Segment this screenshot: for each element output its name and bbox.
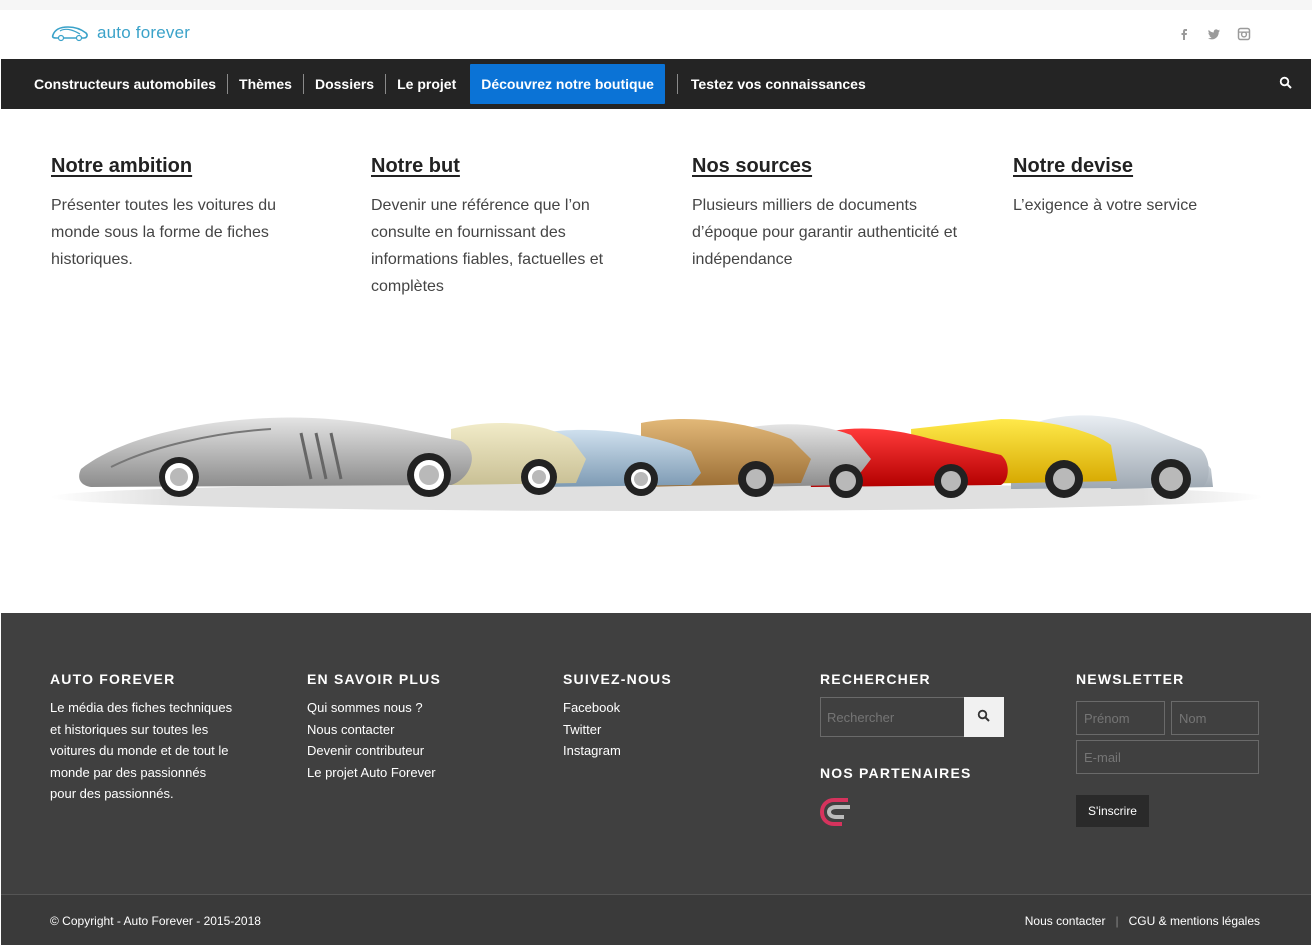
feature-title: Notre ambition [51,155,193,177]
bottom-link-separator: | [1115,914,1119,928]
footer-link-facebook[interactable]: Facebook [563,697,763,719]
newsletter-submit-button[interactable]: S'inscrire [1076,795,1149,827]
newsletter-form: S'inscrire [1076,697,1261,837]
bottom-link-contact[interactable]: Nous contacter [1025,914,1106,928]
footer-about-text: Le média des fiches techniques et histor… [50,700,233,801]
footer-newsletter: NEWSLETTER S'inscrire [1076,671,1261,827]
bottom-bar: © Copyright - Auto Forever - 2015-2018 N… [1,894,1311,945]
footer-about: AUTO FOREVER Le média des fiches techniq… [50,671,235,805]
facebook-icon[interactable] [1177,27,1191,41]
nav-items: Constructeurs automobiles Thèmes Dossier… [23,64,877,104]
search-icon [977,709,990,722]
footer-follow: SUIVEZ-NOUS Facebook Twitter Instagram [563,671,763,762]
footer-about-title: AUTO FOREVER [50,671,176,687]
nav-item-quiz[interactable]: Testez vos connaissances [680,64,877,104]
site-header: auto forever [1,10,1311,59]
main-navigation: Constructeurs automobiles Thèmes Dossier… [1,59,1311,109]
top-strip [0,0,1312,10]
footer-more: EN SAVOIR PLUS Qui sommes nous ? Nous co… [307,671,507,783]
feature-ambition: Notre ambition Présenter toutes les voit… [51,155,321,273]
feature-title: Notre devise [1013,155,1134,177]
footer-search-title: RECHERCHER [820,671,931,687]
footer-search-input[interactable] [820,697,965,737]
site-logo[interactable]: auto forever [51,23,190,43]
nav-item-constructeurs[interactable]: Constructeurs automobiles [23,64,227,104]
feature-devise: Notre devise L’exigence à votre service [1013,155,1283,219]
footer-link-le-projet[interactable]: Le projet Auto Forever [307,762,507,784]
nav-item-dossiers[interactable]: Dossiers [304,64,385,104]
car-logo-icon [51,26,88,42]
twitter-icon[interactable] [1207,27,1221,41]
logo-text: auto forever [97,23,191,42]
nav-item-le-projet[interactable]: Le projet [386,64,467,104]
feature-sources: Nos sources Plusieurs milliers de docume… [692,155,962,273]
social-links [1177,27,1251,41]
bottom-link-cgu[interactable]: CGU & mentions légales [1129,914,1260,928]
footer-partners-title: NOS PARTENAIRES [820,765,972,781]
newsletter-lastname-field[interactable] [1171,701,1259,735]
feature-title: Notre but [371,155,460,177]
footer-more-title: EN SAVOIR PLUS [307,671,442,687]
feature-title: Nos sources [692,155,813,177]
feature-text: Devenir une référence que l’on consulte … [371,197,604,295]
site-footer: AUTO FOREVER Le média des fiches techniq… [1,613,1311,894]
footer-link-instagram[interactable]: Instagram [563,740,763,762]
footer-search: RECHERCHER NOS PARTENAIRES [819,671,1020,832]
newsletter-firstname-field[interactable] [1076,701,1165,735]
instagram-icon[interactable] [1237,27,1251,41]
feature-text: Présenter toutes les voitures du monde s… [51,197,277,268]
nav-item-themes[interactable]: Thèmes [228,64,303,104]
footer-link-qui-sommes-nous[interactable]: Qui sommes nous ? [307,697,507,719]
footer-search-form [820,697,1004,737]
partner-logo[interactable] [819,797,862,827]
footer-link-nous-contacter[interactable]: Nous contacter [307,719,507,741]
feature-text: Plusieurs milliers de documents d’époque… [692,197,958,268]
nav-item-boutique[interactable]: Découvrez notre boutique [470,64,665,104]
footer-link-twitter[interactable]: Twitter [563,719,763,741]
copyright-text: © Copyright - Auto Forever - 2015-2018 [50,914,261,928]
feature-text: L’exigence à votre service [1013,197,1198,214]
nav-separator [676,74,678,94]
footer-search-button[interactable] [964,697,1004,737]
footer-newsletter-title: NEWSLETTER [1076,671,1185,687]
main-content: Notre ambition Présenter toutes les voit… [1,109,1311,613]
cars-lineup-image [51,415,1263,511]
footer-link-devenir-contributeur[interactable]: Devenir contributeur [307,740,507,762]
feature-but: Notre but Devenir une référence que l’on… [371,155,641,300]
footer-follow-title: SUIVEZ-NOUS [563,671,672,687]
search-icon[interactable] [1279,76,1293,90]
bottom-links: Nous contacter | CGU & mentions légales [1025,914,1260,928]
newsletter-email-field[interactable] [1076,740,1259,774]
